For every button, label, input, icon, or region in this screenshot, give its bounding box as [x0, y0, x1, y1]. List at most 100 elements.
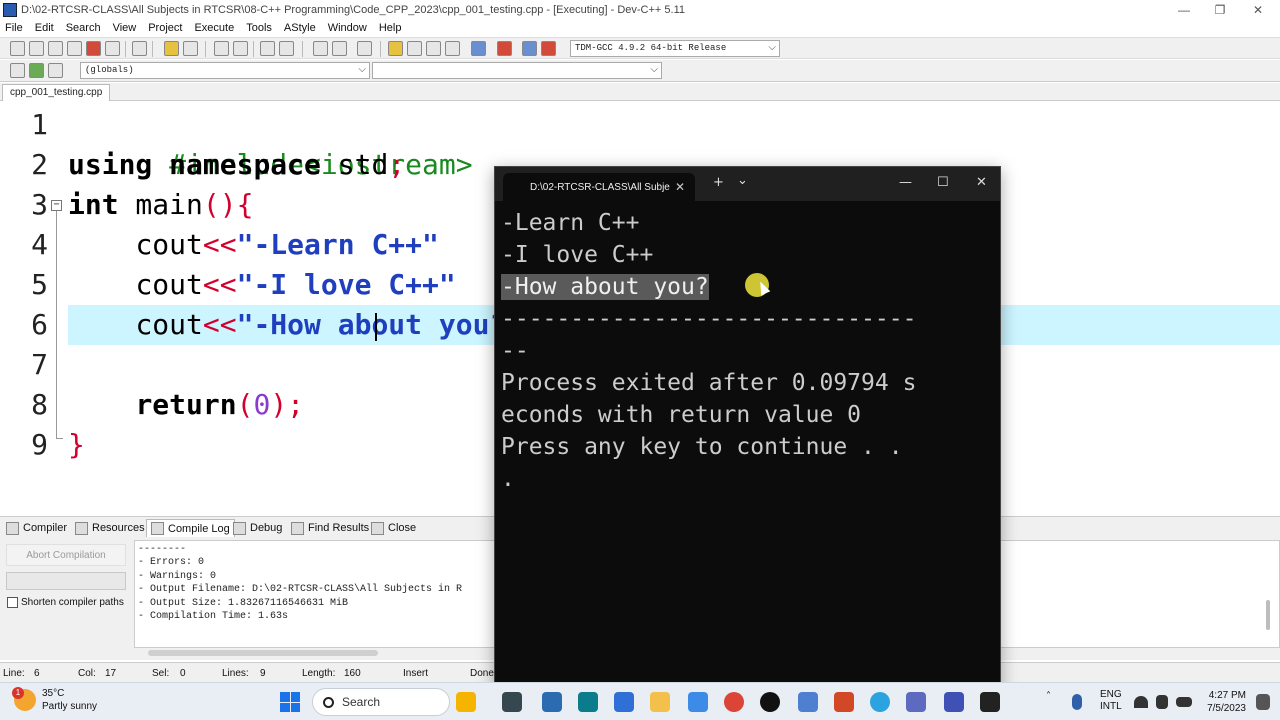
menu-project[interactable]: Project [148, 22, 182, 34]
menu-execute[interactable]: Execute [194, 22, 234, 34]
file-explorer-icon[interactable] [650, 692, 670, 712]
string-literal: "-I love C++" [236, 268, 456, 301]
tab-find-results[interactable]: Find Results [291, 519, 369, 537]
scope-select[interactable]: (globals) ⌵ [80, 62, 370, 79]
edge-app-icon[interactable] [542, 692, 562, 712]
weather-widget[interactable]: 1 35°C Partly sunny [12, 687, 97, 713]
compiler-select[interactable]: TDM-GCC 4.9.2 64-bit Release ⌵ [570, 40, 780, 57]
file-tab[interactable]: cpp_001_testing.cpp [2, 84, 111, 101]
telegram-app-icon[interactable] [870, 692, 890, 712]
tab-compiler[interactable]: Compiler [6, 519, 67, 537]
menu-window[interactable]: Window [328, 22, 367, 34]
powerpoint-app-icon[interactable] [834, 692, 854, 712]
console-maximize-button[interactable]: ☐ [937, 175, 949, 190]
tab-compile-log[interactable]: Compile Log [146, 519, 235, 537]
horizontal-scrollbar[interactable] [148, 650, 378, 656]
close-all-icon[interactable] [105, 41, 120, 56]
toggle-bookmark-icon[interactable] [48, 63, 63, 78]
insert-icon[interactable] [10, 63, 25, 78]
save-icon[interactable] [48, 41, 63, 56]
app-icon[interactable] [906, 692, 926, 712]
console-line: -I love C++ [501, 239, 996, 271]
compile-progress-bar [6, 572, 126, 590]
goto-icon[interactable] [29, 63, 44, 78]
operator: << [202, 228, 237, 261]
tiktok-app-icon[interactable] [760, 692, 780, 712]
save-all-icon[interactable] [67, 41, 82, 56]
layout-icon[interactable] [445, 41, 460, 56]
chart-icon[interactable] [522, 41, 537, 56]
store-app-icon[interactable] [614, 692, 634, 712]
console-output[interactable]: -Learn C++ -I love C++ -How about you? ----… [501, 207, 996, 495]
fold-guide-end [56, 438, 63, 439]
close-icon[interactable]: ✕ [675, 180, 685, 194]
tab-debug[interactable]: Debug [233, 519, 282, 537]
print-icon[interactable] [132, 41, 147, 56]
edge-browser-icon[interactable] [688, 692, 708, 712]
menu-view[interactable]: View [113, 22, 137, 34]
redo-icon[interactable] [183, 41, 198, 56]
terminal-app-icon[interactable] [980, 692, 1000, 712]
console-window[interactable]: D:\02-RTCSR-CLASS\All Subje ✕ + ⌄ — ☐ ✕ … [494, 166, 1001, 694]
microphone-icon[interactable] [1072, 694, 1082, 710]
bookmark-icon[interactable] [279, 41, 294, 56]
menu-astyle[interactable]: AStyle [284, 22, 316, 34]
shorten-paths-checkbox[interactable]: Shorten compiler paths [7, 597, 124, 608]
find-icon[interactable] [214, 41, 229, 56]
maximize-button[interactable]: ❐ [1202, 0, 1238, 20]
checkbox-box[interactable] [7, 597, 18, 608]
clock[interactable]: 4:27 PM 7/5/2023 [1206, 689, 1246, 715]
new-project-icon[interactable] [388, 41, 403, 56]
indent-icon[interactable] [313, 41, 328, 56]
menu-file[interactable]: File [5, 22, 23, 34]
tab-resources[interactable]: Resources [75, 519, 145, 537]
tray-chevron-icon[interactable]: ˄ [1046, 691, 1051, 702]
start-button[interactable] [280, 692, 300, 712]
menu-tools[interactable]: Tools [246, 22, 272, 34]
language-indicator[interactable]: ENG INTL [1100, 689, 1122, 713]
widgets-app-icon[interactable] [456, 692, 476, 712]
menu-edit[interactable]: Edit [35, 22, 54, 34]
undo-icon[interactable] [164, 41, 179, 56]
menu-search[interactable]: Search [66, 22, 101, 34]
devcpp-taskbar-icon[interactable] [944, 692, 964, 712]
vertical-scrollbar[interactable] [1266, 600, 1270, 630]
string-literal: "-Learn C++" [236, 228, 439, 261]
battery-icon[interactable] [1176, 697, 1192, 707]
identifier: cout [135, 308, 203, 341]
project-options-icon[interactable] [407, 41, 422, 56]
profile-icon[interactable] [541, 41, 556, 56]
replace-icon[interactable] [233, 41, 248, 56]
console-minimize-button[interactable]: — [899, 175, 912, 190]
console-line: Process exited after 0.09794 s [501, 370, 917, 396]
close-file-icon[interactable] [86, 41, 101, 56]
teams-app-icon[interactable] [578, 692, 598, 712]
volume-icon[interactable] [1156, 695, 1168, 709]
code-line-4: cout<<"-Learn C++" [68, 225, 439, 265]
console-tab[interactable]: D:\02-RTCSR-CLASS\All Subje ✕ [503, 173, 695, 201]
abort-compilation-button[interactable]: Abort Compilation [6, 544, 126, 566]
toggle-comment-icon[interactable] [357, 41, 372, 56]
close-button[interactable]: ✕ [1240, 0, 1276, 20]
stop-execution-icon[interactable] [497, 41, 512, 56]
console-close-button[interactable]: ✕ [976, 175, 987, 190]
goto-line-icon[interactable] [260, 41, 275, 56]
fold-toggle-icon[interactable]: − [51, 200, 62, 211]
minimize-button[interactable]: — [1166, 0, 1202, 20]
new-file-icon[interactable] [10, 41, 25, 56]
symbol-select[interactable]: ⌵ [372, 62, 662, 79]
new-tab-button[interactable]: + [713, 175, 724, 190]
open-file-icon[interactable] [29, 41, 44, 56]
task-view-icon[interactable] [502, 692, 522, 712]
chrome-app-icon[interactable] [724, 692, 744, 712]
check-syntax-icon[interactable] [471, 41, 486, 56]
snipping-tool-icon[interactable] [798, 692, 818, 712]
view-toggle-icon[interactable] [426, 41, 441, 56]
tab-close[interactable]: Close [371, 519, 416, 537]
menu-help[interactable]: Help [379, 22, 402, 34]
unindent-icon[interactable] [332, 41, 347, 56]
wifi-icon[interactable] [1134, 696, 1148, 708]
notification-bell-icon[interactable] [1256, 694, 1270, 710]
taskbar-search[interactable]: Search [312, 688, 450, 716]
chevron-down-icon[interactable]: ⌄ [737, 173, 748, 188]
